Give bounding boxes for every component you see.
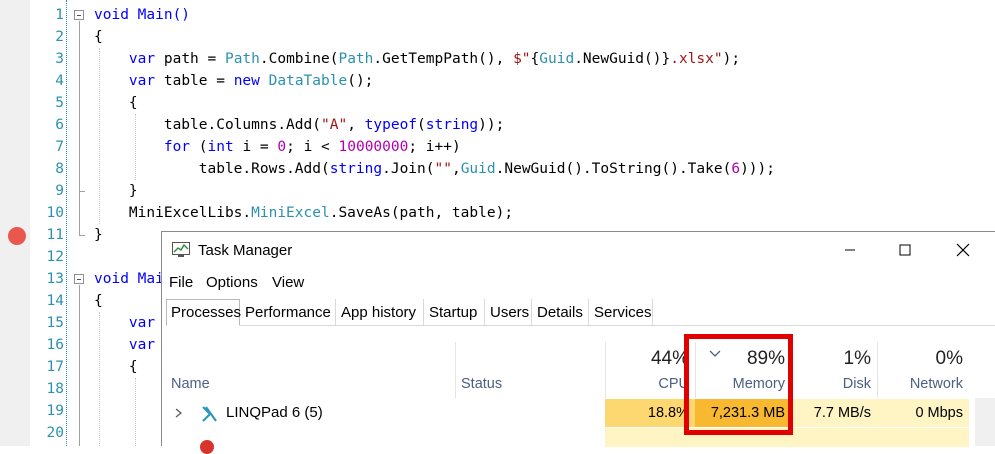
- tab-startup[interactable]: Startup: [425, 299, 485, 326]
- line-number: 19: [46, 403, 64, 419]
- task-manager-window: Task Manager File Options View Processes…: [161, 231, 995, 454]
- table-row[interactable]: LINQPad 6 (5) 18.8% 7,231.3 MB 7.7 MB/s …: [162, 399, 995, 427]
- code-line: table.Columns.Add("A", typeof(string));: [163, 117, 505, 133]
- process-network: [877, 428, 969, 447]
- breakpoint-margin[interactable]: [0, 0, 30, 446]
- line-number: 1: [55, 7, 64, 23]
- code-line: }: [128, 183, 138, 199]
- code-line: MiniExcelLibs.MiniExcel.SaveAs(path, tab…: [128, 205, 514, 221]
- minimize-button[interactable]: [827, 232, 873, 268]
- fold-guide: [79, 21, 80, 235]
- column-header-status[interactable]: Status: [461, 376, 502, 392]
- line-number: 8: [55, 161, 64, 177]
- process-disk: 7.7 MB/s: [791, 399, 877, 427]
- memory-highlight-annotation: [684, 334, 793, 435]
- disk-label: Disk: [842, 376, 871, 392]
- vertical-scrollbar[interactable]: [975, 398, 995, 446]
- line-number: 14: [46, 293, 64, 309]
- code-line: void Mai: [94, 271, 164, 287]
- line-number: 4: [55, 73, 64, 89]
- fold-end: [79, 191, 85, 192]
- code-line: }: [94, 227, 103, 243]
- fold-guide: [79, 285, 80, 446]
- code-line: for (int i = 0; i < 10000000; i++): [163, 139, 461, 155]
- column-header-cpu[interactable]: 44% CPU: [605, 336, 695, 398]
- tab-processes[interactable]: Processes: [166, 299, 241, 326]
- breakpoint-icon[interactable]: [8, 227, 26, 245]
- disk-total: 1%: [843, 348, 871, 369]
- code-line: {: [94, 29, 103, 45]
- close-button[interactable]: [940, 232, 986, 268]
- tab-app-history[interactable]: App history: [337, 299, 424, 326]
- line-number: 16: [46, 337, 64, 353]
- code-line: {: [128, 95, 138, 111]
- line-number: 20: [46, 425, 64, 441]
- window-title: Task Manager: [198, 242, 293, 259]
- column-header-name[interactable]: Name: [171, 376, 210, 392]
- line-number: 2: [55, 29, 64, 45]
- line-number: 11: [46, 227, 64, 243]
- title-bar[interactable]: Task Manager: [162, 232, 995, 268]
- line-number: 13: [46, 271, 64, 287]
- line-number: 17: [46, 359, 64, 375]
- line-number: 12: [46, 249, 64, 265]
- collapse-icon[interactable]: [74, 274, 84, 284]
- code-line: var table = new DataTable();: [128, 73, 374, 89]
- maximize-button[interactable]: [882, 232, 928, 268]
- code-line: {: [94, 293, 103, 309]
- tab-details[interactable]: Details: [533, 299, 589, 326]
- table-row[interactable]: [162, 428, 995, 454]
- task-manager-icon: [172, 242, 190, 257]
- linqpad-icon: [202, 406, 217, 422]
- line-number: 3: [55, 51, 64, 67]
- code-line: void Main(): [94, 7, 191, 23]
- column-header-network[interactable]: 0% Network: [877, 336, 969, 398]
- minimize-icon: [845, 249, 855, 251]
- code-line: var: [128, 337, 156, 353]
- column-separator: [455, 342, 456, 398]
- collapse-icon[interactable]: [74, 10, 84, 20]
- menu-view[interactable]: View: [272, 274, 304, 291]
- line-number: 9: [55, 183, 64, 199]
- code-line: table.Rows.Add(string.Join("",Guid.NewGu…: [198, 161, 775, 177]
- line-number: 5: [55, 95, 64, 111]
- process-network: 0 Mbps: [877, 399, 969, 427]
- process-cpu: [605, 428, 695, 447]
- column-header-disk[interactable]: 1% Disk: [791, 336, 877, 398]
- line-number: 15: [46, 315, 64, 331]
- code-line: var: [128, 315, 156, 331]
- indent-guide: [135, 378, 136, 446]
- code-line: {: [128, 359, 138, 375]
- maximize-icon: [899, 244, 911, 256]
- process-cpu: 18.8%: [605, 399, 695, 427]
- process-icon: [200, 440, 214, 454]
- menu-options[interactable]: Options: [206, 274, 258, 291]
- fold-end: [79, 235, 85, 236]
- line-number: 10: [46, 205, 64, 221]
- network-total: 0%: [935, 348, 963, 369]
- tab-performance[interactable]: Performance: [241, 299, 336, 326]
- line-number: 6: [55, 117, 64, 133]
- tab-users[interactable]: Users: [486, 299, 532, 326]
- close-icon: [956, 243, 970, 257]
- code-line: var path = Path.Combine(Path.GetTempPath…: [128, 51, 741, 67]
- network-label: Network: [909, 376, 963, 392]
- menu-file[interactable]: File: [169, 274, 193, 291]
- tab-services[interactable]: Services: [590, 299, 653, 326]
- gutter-separator: [66, 0, 67, 446]
- line-number: 7: [55, 139, 64, 155]
- process-disk: [791, 428, 877, 447]
- process-name: LINQPad 6 (5): [226, 404, 323, 421]
- expand-icon[interactable]: [175, 408, 183, 418]
- line-number: 18: [46, 381, 64, 397]
